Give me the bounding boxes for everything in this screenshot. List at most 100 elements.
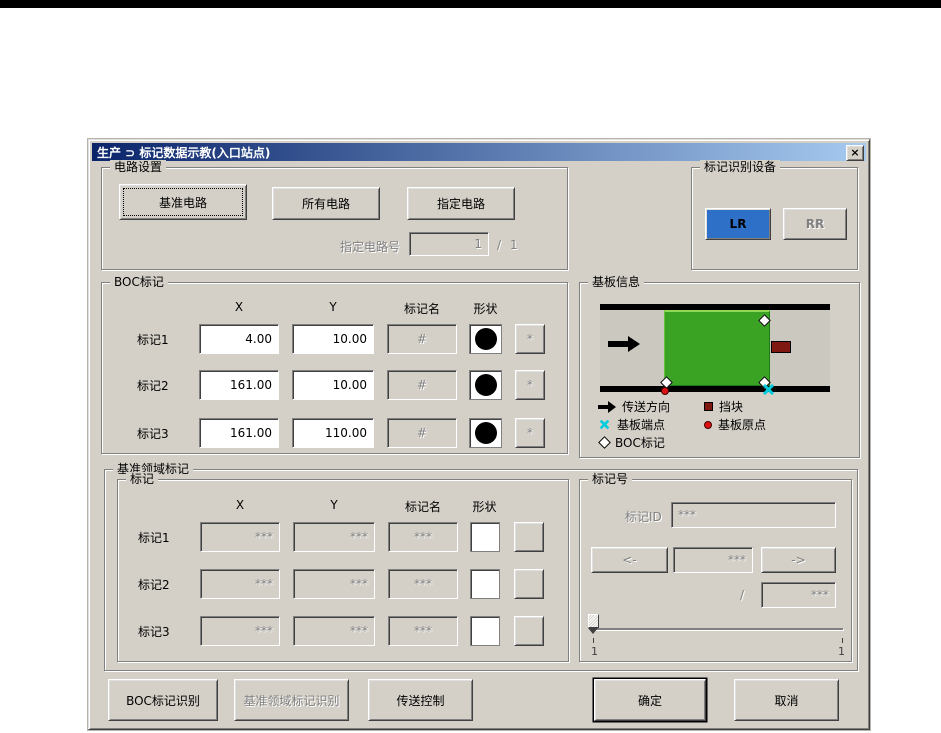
board-origin-icon (704, 421, 712, 429)
group-circuit-settings: 电路设置 基准电路 所有电路 指定电路 指定电路号 1 / 1 (101, 167, 568, 270)
slider-min-label: 1 (591, 645, 598, 658)
slider-max-label: 1 (838, 645, 845, 658)
title-bar: 生产 ⊃ 标记数据示教(入口站点) (92, 143, 866, 161)
ref-row2-name-field: *** (388, 569, 458, 599)
group-board-info: 基板信息 传送方向 挡块 基板端点 基板原点 (579, 282, 860, 458)
group-boc-marks-title: BOC标记 (110, 275, 168, 289)
ref-row1-x-input: *** (200, 522, 280, 552)
mark-slider-track[interactable] (593, 628, 843, 630)
group-mark-number: 标记号 标记ID *** <- *** -> / *** 1 1 (579, 479, 852, 662)
circle-shape-icon (475, 328, 497, 350)
ref-row2-x-input: *** (200, 569, 280, 599)
group-mark-recognition-device: 标记识别设备 LR RR (691, 167, 858, 270)
ref-row2-shape-box (470, 569, 500, 599)
group-reference-marks-title: 标记 (126, 472, 158, 486)
cancel-button[interactable]: 取消 (734, 679, 839, 721)
boc-row1-shape-box (469, 324, 502, 354)
slider-tick-right (842, 638, 843, 643)
all-circuits-button[interactable]: 所有电路 (272, 187, 380, 220)
boc-row2-label: 标记2 (137, 370, 169, 400)
boc-header-shape: 形状 (469, 300, 502, 317)
ref-header-shape: 形状 (468, 498, 501, 515)
total-marks-field: *** (761, 582, 836, 608)
ref-row3-y-input: *** (293, 616, 375, 646)
specify-circuit-button[interactable]: 指定电路 (407, 187, 515, 220)
ref-row3-label: 标记3 (138, 616, 170, 646)
boc-row1-y-input[interactable]: 10.00 (292, 324, 374, 354)
rr-button: RR (783, 208, 847, 240)
legend-stopper-label: 挡块 (719, 398, 743, 415)
boc-header-y: Y (292, 300, 374, 314)
ok-button[interactable]: 确定 (594, 679, 706, 721)
boc-row3-name-field: # (387, 418, 457, 448)
group-mark-number-title: 标记号 (588, 472, 632, 486)
boc-header-name: 标记名 (387, 300, 457, 317)
base-circuit-button[interactable]: 基准电路 (119, 184, 247, 220)
transfer-control-button[interactable]: 传送控制 (368, 679, 473, 721)
boc-row1-extra-button: * (515, 324, 545, 354)
boc-row3-y-input[interactable]: 110.00 (292, 418, 374, 448)
ref-row2-extra-button (514, 569, 544, 599)
lr-button[interactable]: LR (705, 208, 771, 240)
ref-row1-extra-button (514, 522, 544, 552)
group-boc-marks: BOC标记 X Y 标记名 形状 标记1 4.00 10.00 # * 标记2 … (101, 282, 568, 454)
group-circuit-settings-title: 电路设置 (110, 160, 166, 174)
ref-row1-y-input: *** (293, 522, 375, 552)
stopper-icon (704, 402, 713, 411)
group-mark-recognition-title: 标记识别设备 (700, 160, 780, 174)
legend-endpoint-label: 基板端点 (617, 416, 665, 433)
ref-row1-name-field: *** (388, 522, 458, 552)
boc-row1-label: 标记1 (137, 324, 169, 354)
circle-shape-icon (475, 422, 497, 444)
boc-row2-x-input[interactable]: 161.00 (199, 370, 279, 400)
circle-shape-icon (475, 374, 497, 396)
ref-header-x: X (200, 498, 280, 512)
boc-row2-y-input[interactable]: 10.00 (292, 370, 374, 400)
specify-circuit-no-label: 指定电路号 (340, 238, 400, 255)
board-endpoint-icon (599, 419, 610, 430)
mark-id-field: *** (671, 502, 836, 528)
close-icon[interactable]: × (846, 145, 864, 161)
prev-mark-button: <- (591, 547, 668, 573)
specify-circuit-separator: / (497, 238, 501, 252)
legend-boc-mark: BOC标记 (600, 434, 665, 451)
transfer-direction-arrow-icon (608, 336, 640, 352)
board-endpoint-icon (762, 383, 775, 396)
boc-row1-x-input[interactable]: 4.00 (199, 324, 279, 354)
specify-circuit-no-input: 1 (409, 232, 489, 256)
boc-row2-extra-button: * (515, 370, 545, 400)
boc-row1-name-field: # (387, 324, 457, 354)
transfer-direction-arrow-icon (598, 401, 616, 413)
ref-row1-shape-box (470, 522, 500, 552)
stopper-icon (771, 341, 791, 353)
boc-row2-shape-box (469, 370, 502, 400)
boc-row2-name-field: # (387, 370, 457, 400)
legend-stopper: 挡块 (704, 398, 743, 415)
group-board-info-title: 基板信息 (588, 275, 644, 289)
board-rect (664, 310, 770, 386)
legend-origin-label: 基板原点 (718, 416, 766, 433)
window-title: 生产 ⊃ 标记数据示教(入口站点) (97, 144, 270, 161)
legend-origin: 基板原点 (704, 416, 766, 433)
dialog-mark-data-teaching: 生产 ⊃ 标记数据示教(入口站点) × 电路设置 基准电路 所有电路 指定电路 … (88, 139, 870, 730)
legend-transfer-label: 传送方向 (622, 398, 670, 415)
board-origin-icon (661, 387, 669, 395)
legend-transfer: 传送方向 (598, 398, 670, 415)
specify-circuit-total: 1 (510, 238, 518, 252)
ref-row3-name-field: *** (388, 616, 458, 646)
boc-mark-icon (598, 436, 611, 449)
current-mark-field: *** (673, 547, 753, 573)
boc-row3-shape-box (469, 418, 502, 448)
mark-count-separator: / (740, 588, 744, 602)
ref-header-name: 标记名 (388, 498, 458, 515)
mark-slider-thumb[interactable] (588, 614, 599, 634)
boc-row3-x-input[interactable]: 161.00 (199, 418, 279, 448)
legend-boc-mark-label: BOC标记 (615, 434, 665, 451)
boc-row3-extra-button: * (515, 418, 545, 448)
page-top-strip (0, 0, 941, 8)
boc-mark-recognition-button[interactable]: BOC标记识别 (108, 679, 218, 721)
ref-row3-extra-button (514, 616, 544, 646)
boc-row3-label: 标记3 (137, 418, 169, 448)
conveyor-rail-bottom (600, 386, 830, 392)
reference-area-recognition-button: 基准领域标记识别 (234, 679, 349, 721)
